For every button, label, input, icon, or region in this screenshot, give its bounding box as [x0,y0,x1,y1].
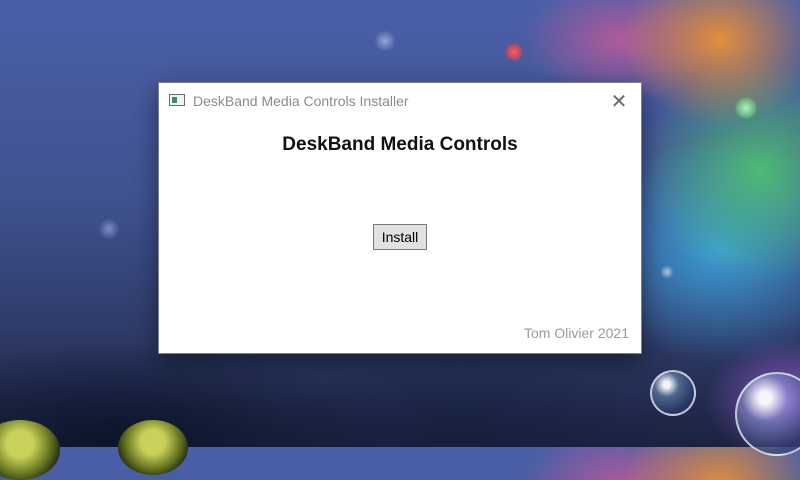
close-icon: ✕ [610,90,628,113]
wallpaper-bokeh [374,30,396,52]
install-button[interactable]: Install [373,224,427,250]
author-credit: Tom Olivier 2021 [523,325,629,341]
window-title: DeskBand Media Controls Installer [193,93,409,109]
wallpaper-bubble [650,370,696,416]
page-title: DeskBand Media Controls [282,134,518,155]
installer-window: DeskBand Media Controls Installer ✕ Desk… [158,82,642,354]
wallpaper-bokeh [505,43,523,61]
wallpaper-bokeh [735,97,757,119]
wallpaper-cat-eye [0,420,60,480]
wallpaper-bokeh [660,265,674,279]
app-window-icon [169,94,185,106]
wallpaper-bubble [735,372,800,456]
window-titlebar[interactable]: DeskBand Media Controls Installer ✕ [159,83,641,119]
wallpaper-bokeh [98,218,120,240]
wallpaper-cat-eye [118,420,188,475]
close-button[interactable]: ✕ [597,83,641,119]
